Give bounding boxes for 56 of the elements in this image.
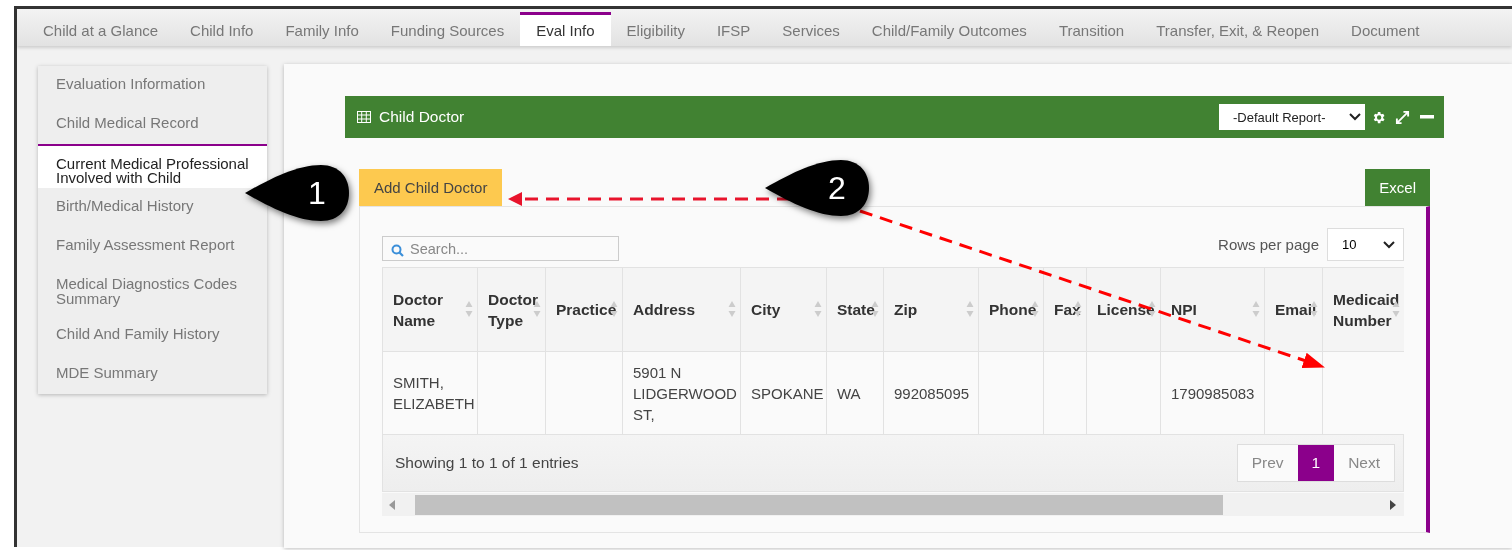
chevron-down-icon xyxy=(1349,113,1361,121)
nav-tab[interactable]: Child Info xyxy=(174,12,270,46)
nav-tab[interactable]: Services xyxy=(766,12,856,46)
search-icon xyxy=(391,244,404,257)
search-field[interactable]: Search... xyxy=(382,236,619,261)
panel-title: Child Doctor xyxy=(379,108,466,126)
horizontal-scrollbar[interactable] xyxy=(382,493,1404,516)
prev-button[interactable]: Prev xyxy=(1237,445,1298,481)
column-header[interactable]: Phone xyxy=(978,267,1044,352)
table-cell: WA xyxy=(826,351,884,435)
sidebar-item[interactable]: Medical Diagnostics Codes Summary xyxy=(38,266,267,316)
nav-tab[interactable]: Funding Sources xyxy=(374,12,521,46)
column-header[interactable]: NPI xyxy=(1160,267,1265,352)
chevron-down-icon xyxy=(1383,240,1395,249)
sidebar-item[interactable]: Evaluation Information xyxy=(38,66,267,105)
nav-tab[interactable]: Transfer, Exit, & Reopen xyxy=(1140,12,1336,46)
table-cell: 1790985083 xyxy=(1160,351,1265,435)
report-select[interactable]: -Default Report- xyxy=(1219,104,1365,130)
page-button[interactable]: 1 xyxy=(1297,445,1335,481)
column-header[interactable]: State xyxy=(826,267,884,352)
sidebar-item[interactable]: Child And Family History xyxy=(38,316,267,355)
column-header[interactable]: Practice xyxy=(545,267,623,352)
rows-per-page-label: Rows per page xyxy=(1218,236,1319,253)
column-header[interactable]: Doctor Type xyxy=(477,267,546,352)
column-header[interactable]: Address xyxy=(622,267,741,352)
add-child-doctor-button[interactable]: Add Child Doctor xyxy=(359,169,503,206)
excel-button[interactable]: Excel xyxy=(1365,169,1430,206)
next-button[interactable]: Next xyxy=(1334,445,1394,481)
table-icon xyxy=(357,111,371,123)
sidebar-item[interactable]: Family Assessment Report xyxy=(38,227,267,266)
table-cell: 992085095 xyxy=(883,351,979,435)
nav-tab[interactable]: Child at a Glance xyxy=(27,12,175,46)
column-header[interactable]: City xyxy=(740,267,827,352)
sidebar-item[interactable]: MDE Summary xyxy=(38,355,267,394)
settings-icon[interactable] xyxy=(1371,109,1386,125)
nav-tab[interactable]: Child/Family Outcomes xyxy=(855,12,1043,46)
nav-tab[interactable]: IFSP xyxy=(700,12,767,46)
column-header[interactable]: Medicaid Number xyxy=(1322,267,1404,352)
nav-tab[interactable]: Eligibility xyxy=(610,12,701,46)
nav-tab[interactable]: Transition xyxy=(1042,12,1141,46)
column-header[interactable]: Doctor Name xyxy=(382,267,478,352)
table-cell: SMITH, ELIZABETH xyxy=(382,351,478,435)
nav-tab[interactable]: Family Info xyxy=(269,12,375,46)
scroll-left-icon[interactable] xyxy=(389,499,395,510)
table-cell: 5901 N LIDGERWOOD ST, xyxy=(622,351,741,435)
column-header[interactable]: Zip xyxy=(883,267,979,352)
nav-tab[interactable]: Eval Info xyxy=(520,12,611,46)
entries-info: Showing 1 to 1 of 1 entries xyxy=(395,454,579,472)
rows-per-page-select[interactable]: 10 xyxy=(1327,228,1404,261)
column-header[interactable]: License xyxy=(1086,267,1161,352)
sidebar-item[interactable]: Child Medical Record xyxy=(38,105,267,144)
table-cell: SPOKANE xyxy=(740,351,827,435)
expand-icon[interactable] xyxy=(1395,109,1410,125)
nav-tab[interactable]: Document xyxy=(1335,12,1436,46)
sidebar-item[interactable]: Birth/Medical History xyxy=(38,188,267,227)
scroll-right-icon[interactable] xyxy=(1390,499,1396,510)
